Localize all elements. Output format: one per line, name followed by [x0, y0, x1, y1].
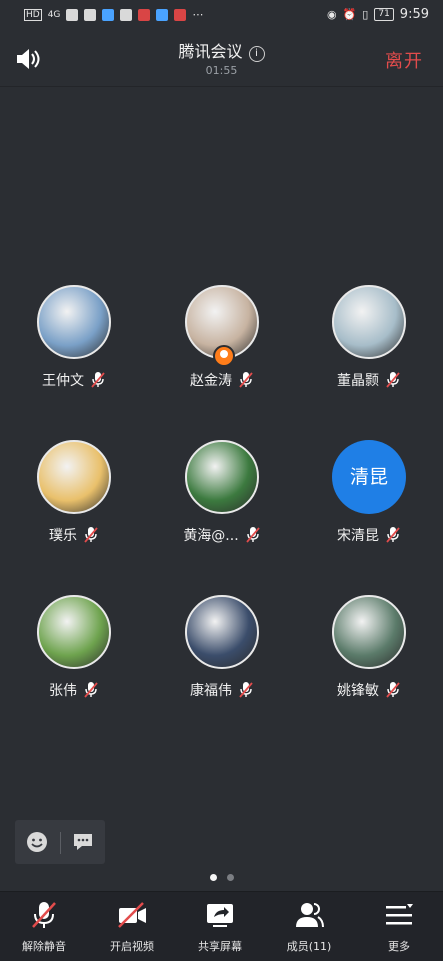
muted-mic-icon — [386, 372, 400, 388]
video-off-icon — [118, 902, 146, 928]
participant-name-row: 黄海@... — [162, 525, 282, 545]
page-dot-2[interactable] — [226, 874, 234, 881]
mail-icon — [174, 8, 187, 21]
avatar — [37, 440, 111, 514]
participant-name-row: 康福伟 — [162, 680, 282, 700]
members-label: 成员(11) — [286, 940, 332, 953]
video-label: 开启视频 — [110, 940, 154, 953]
meeting-timer: 01:55 — [205, 64, 238, 77]
muted-mic-icon — [91, 372, 105, 388]
participant-tile[interactable]: 赵金涛 — [162, 285, 282, 395]
participant-tile[interactable]: 董晶颢 — [309, 285, 429, 395]
avatar-initials: 清昆 — [349, 466, 388, 488]
eye-icon: ◉ — [326, 8, 337, 21]
participant-name: 宋清昆 — [337, 528, 379, 544]
participant-name-row: 张伟 — [14, 680, 134, 700]
avatar — [332, 285, 406, 359]
emoji-icon[interactable] — [26, 831, 48, 853]
more-notifications-icon: ⋯ — [192, 8, 204, 21]
avatar: 清昆 — [332, 440, 406, 514]
muted-mic-icon — [84, 682, 98, 698]
status-left: HD 4G ⋯ — [24, 8, 203, 21]
signal-icon — [66, 8, 79, 21]
meeting-header: 腾讯会议 i 01:55 离开 — [0, 32, 443, 87]
meeting-title: 腾讯会议 — [178, 42, 243, 61]
avatar — [185, 595, 259, 669]
recorder-icon — [138, 8, 151, 21]
page-dot-1[interactable] — [209, 874, 217, 881]
start-video-button[interactable]: 开启视频 — [88, 892, 176, 961]
participant-name: 董晶颢 — [337, 373, 379, 389]
muted-mic-icon — [386, 682, 400, 698]
page-indicator — [0, 874, 443, 881]
divider — [60, 832, 61, 854]
participant-name: 姚锋敏 — [337, 683, 379, 699]
participant-name: 张伟 — [49, 683, 77, 699]
info-icon[interactable]: i — [248, 46, 265, 62]
bottom-toolbar: 解除静音 开启视频 共享屏幕 成员(11) 更多 — [0, 891, 443, 961]
muted-mic-icon — [84, 527, 98, 543]
share-screen-button[interactable]: 共享屏幕 — [176, 892, 264, 961]
participant-tile[interactable]: 姚锋敏 — [309, 595, 429, 705]
status-bar: HD 4G ⋯ ◉ ⏰ ▯ 71 9:59 — [0, 0, 443, 32]
leave-button[interactable]: 离开 — [385, 47, 423, 73]
avatar — [37, 595, 111, 669]
members-icon — [296, 903, 324, 928]
participant-tile[interactable]: 清昆宋清昆 — [309, 440, 429, 550]
avatar — [332, 595, 406, 669]
tv-icon — [156, 8, 169, 21]
reaction-panel — [15, 820, 105, 864]
participant-name: 璞乐 — [49, 528, 77, 544]
avatar — [37, 285, 111, 359]
participant-name: 黄海@... — [183, 528, 239, 544]
unmute-label: 解除静音 — [22, 940, 66, 953]
more-label: 更多 — [388, 940, 410, 953]
share-label: 共享屏幕 — [198, 940, 242, 953]
cloud-icon — [102, 8, 115, 21]
vibrate-icon: ▯ — [362, 8, 369, 21]
participant-name-row: 王仲文 — [14, 370, 134, 390]
hotspot-icon — [84, 8, 97, 21]
muted-mic-icon — [245, 527, 260, 543]
participant-name: 赵金涛 — [190, 373, 232, 389]
host-badge-icon — [213, 345, 235, 367]
participant-name: 康福伟 — [190, 683, 232, 699]
participant-tile[interactable]: 康福伟 — [162, 595, 282, 705]
muted-mic-icon — [239, 372, 253, 388]
participant-name-row: 璞乐 — [14, 525, 134, 545]
participant-name-row: 宋清昆 — [309, 525, 429, 545]
unmute-button[interactable]: 解除静音 — [0, 892, 88, 961]
participant-name-row: 赵金涛 — [162, 370, 282, 390]
participant-tile[interactable]: 黄海@... — [162, 440, 282, 550]
more-button[interactable]: 更多 — [355, 892, 443, 961]
participant-name: 王仲文 — [42, 373, 84, 389]
muted-mic-icon — [32, 902, 56, 928]
participant-tile[interactable]: 王仲文 — [14, 285, 134, 395]
more-menu-icon — [386, 904, 413, 925]
participant-name-row: 董晶颢 — [309, 370, 429, 390]
muted-mic-icon — [239, 682, 253, 698]
participant-tile[interactable]: 璞乐 — [14, 440, 134, 550]
muted-mic-icon — [386, 527, 400, 543]
page-title: 腾讯会议 i — [0, 38, 443, 62]
chat-icon[interactable] — [72, 832, 94, 852]
battery-icon: 71 — [374, 8, 394, 21]
hd-icon: HD — [24, 8, 42, 21]
participant-tile[interactable]: 张伟 — [14, 595, 134, 705]
status-right: ◉ ⏰ ▯ 71 9:59 — [327, 7, 429, 22]
members-button[interactable]: 成员(11) — [265, 892, 353, 961]
avatar — [185, 440, 259, 514]
share-screen-icon — [207, 904, 233, 927]
clock: 9:59 — [399, 7, 429, 22]
box-icon — [120, 8, 133, 21]
network-type-icon: 4G — [47, 9, 61, 20]
participant-name-row: 姚锋敏 — [309, 680, 429, 700]
alarm-icon: ⏰ — [342, 8, 357, 21]
